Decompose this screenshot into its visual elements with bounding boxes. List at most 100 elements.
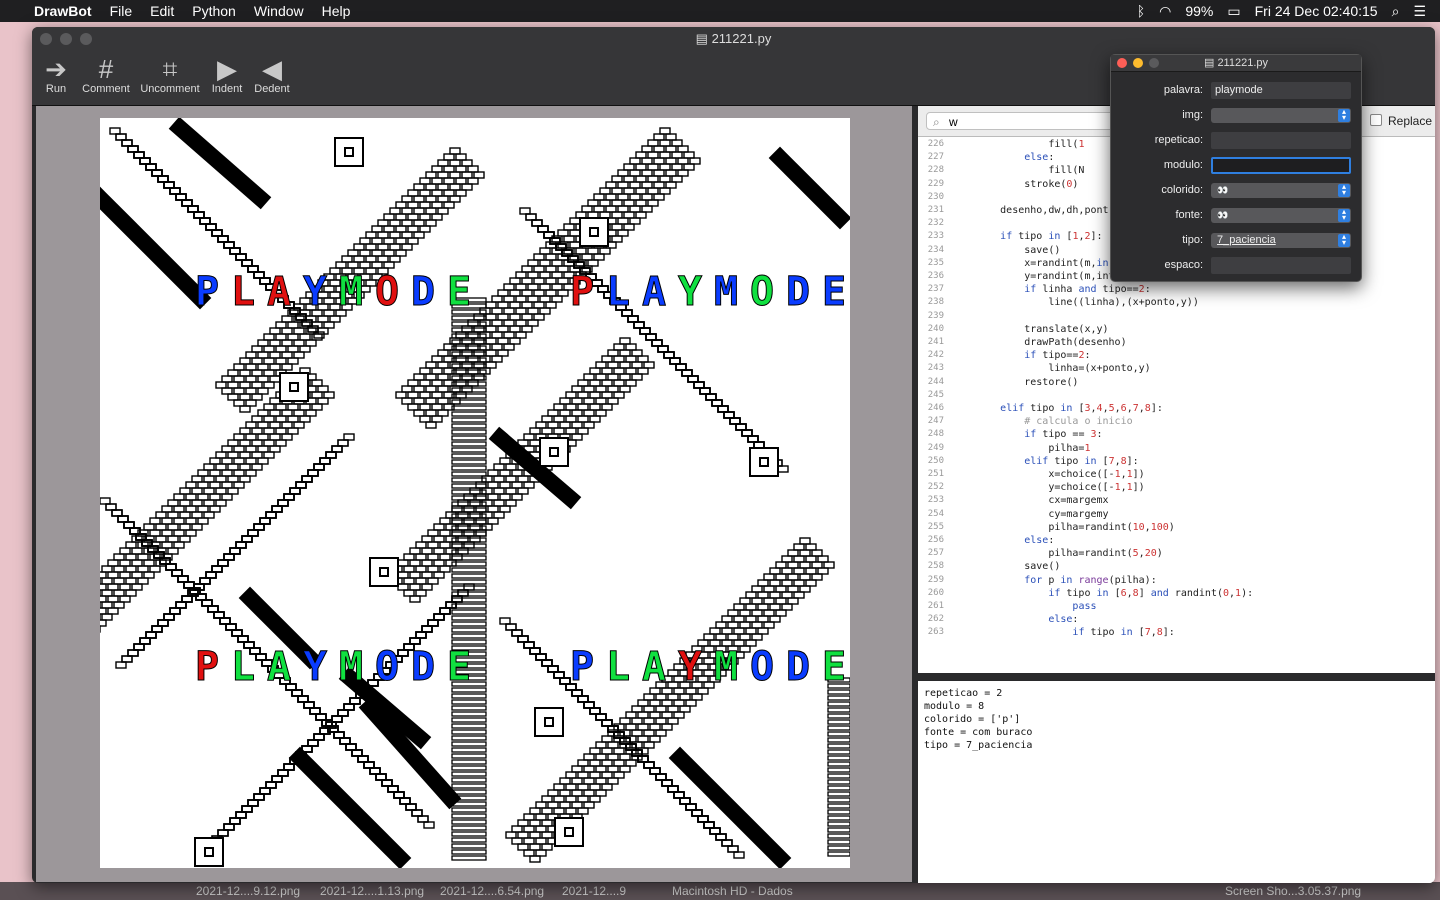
maze-cell bbox=[433, 613, 445, 621]
dedent-button[interactable]: ◀ Dedent bbox=[252, 55, 292, 95]
maze-cell bbox=[445, 547, 457, 555]
maze-cell bbox=[321, 719, 333, 727]
panel-text-field[interactable]: playmode bbox=[1211, 82, 1351, 99]
maze-cell bbox=[225, 623, 237, 631]
desktop-file[interactable]: Macintosh HD - Dados bbox=[672, 884, 793, 898]
panel-close-button[interactable] bbox=[1117, 58, 1127, 68]
maze-cell bbox=[499, 505, 511, 513]
panel-select[interactable]: 7_paciencia ▴ ▾ bbox=[1211, 233, 1351, 248]
comment-button[interactable]: # Comment bbox=[78, 55, 134, 95]
panel-select[interactable]: ▴ ▾ bbox=[1211, 108, 1351, 123]
wifi-icon[interactable]: ◠ bbox=[1159, 3, 1171, 20]
menu-app-name[interactable]: DrawBot bbox=[34, 3, 92, 19]
maze-cell bbox=[643, 741, 655, 749]
desktop-file[interactable]: 2021-12....1.13.png bbox=[320, 884, 424, 898]
maze-cell bbox=[425, 385, 437, 393]
maze-cell bbox=[425, 207, 437, 215]
maze-cell bbox=[463, 517, 475, 525]
maze-cell bbox=[583, 753, 595, 761]
panel-text-field[interactable] bbox=[1211, 257, 1351, 274]
control-center-icon[interactable]: ☰ bbox=[1413, 3, 1426, 20]
spotlight-icon[interactable]: ⌕ bbox=[1392, 3, 1400, 20]
bluetooth-icon[interactable]: ᛒ bbox=[1137, 3, 1145, 19]
battery-percent[interactable]: 99% bbox=[1185, 3, 1213, 19]
canvas-view[interactable]: PLAYMODEPLAYMODEPLAYMODEPLAYMODE bbox=[36, 106, 912, 882]
panel-select[interactable]: 👀 ▴ ▾ bbox=[1211, 208, 1351, 223]
maze-cell bbox=[665, 145, 677, 153]
maze-cell bbox=[705, 393, 717, 401]
stepper-arrows-icon: ▴ ▾ bbox=[1338, 183, 1350, 197]
playmode-letter: Y bbox=[678, 269, 702, 315]
clock[interactable]: Fri 24 Dec 02:40:15 bbox=[1255, 3, 1378, 19]
dedent-label: Dedent bbox=[254, 83, 290, 95]
maze-cell bbox=[669, 357, 681, 365]
output-console[interactable]: repeticao = 2 modulo = 8 colorido = ['p'… bbox=[918, 681, 1435, 883]
maze-cell bbox=[515, 331, 527, 339]
menu-file[interactable]: File bbox=[110, 3, 133, 19]
maze-cell bbox=[517, 635, 529, 643]
panel-text-field[interactable] bbox=[1211, 132, 1351, 149]
maze-cell bbox=[575, 247, 587, 255]
indent-button[interactable]: ▶ Indent bbox=[209, 55, 245, 95]
maze-cell bbox=[537, 225, 549, 233]
maze-cell bbox=[101, 577, 113, 585]
panel-text-field[interactable] bbox=[1211, 157, 1351, 174]
replace-checkbox[interactable]: Replace bbox=[1370, 114, 1432, 128]
stripe-cell bbox=[451, 693, 487, 699]
maze-cell bbox=[657, 345, 669, 353]
battery-icon[interactable]: ▭ bbox=[1227, 3, 1240, 20]
maze-cell bbox=[311, 321, 323, 329]
menu-python[interactable]: Python bbox=[192, 3, 236, 19]
maze-cell bbox=[799, 573, 811, 581]
maze-cell bbox=[321, 719, 333, 727]
desktop-file[interactable]: 2021-12....9 bbox=[562, 884, 626, 898]
maze-cell bbox=[541, 659, 553, 667]
desktop-file[interactable]: 2021-12....6.54.png bbox=[440, 884, 544, 898]
maze-cell bbox=[177, 575, 189, 583]
panel-minimize-button[interactable] bbox=[1133, 58, 1143, 68]
maze-cell bbox=[571, 765, 583, 773]
maze-cell bbox=[291, 689, 303, 697]
menu-window[interactable]: Window bbox=[254, 3, 304, 19]
maze-cell bbox=[811, 549, 823, 557]
maze-cell bbox=[547, 409, 559, 417]
maze-cell bbox=[641, 193, 653, 201]
desktop-file[interactable]: Screen Sho...3.05.37.png bbox=[1225, 884, 1361, 898]
maze-cell bbox=[661, 723, 673, 731]
playmode-letter: P bbox=[195, 269, 219, 315]
panel-zoom-button[interactable] bbox=[1149, 58, 1159, 68]
maze-cell bbox=[693, 381, 705, 389]
menu-help[interactable]: Help bbox=[322, 3, 351, 19]
eyes-icon: 👀 bbox=[1217, 210, 1229, 220]
stripe-cell bbox=[451, 597, 487, 603]
maze-cell bbox=[357, 755, 369, 763]
maze-cell bbox=[673, 791, 685, 799]
maze-cell bbox=[703, 681, 715, 689]
maze-cell bbox=[593, 253, 605, 261]
maze-cell bbox=[371, 261, 383, 269]
menu-edit[interactable]: Edit bbox=[150, 3, 174, 19]
maze-cell bbox=[763, 585, 775, 593]
maze-cell bbox=[577, 427, 589, 435]
maze-cell bbox=[723, 411, 735, 419]
maze-cell bbox=[157, 175, 169, 183]
maze-cell bbox=[100, 583, 107, 591]
maze-cell bbox=[265, 781, 277, 789]
uncomment-button[interactable]: ⌗ Uncomment bbox=[138, 55, 202, 95]
maze-cell bbox=[533, 253, 545, 261]
maze-cell bbox=[197, 493, 209, 501]
line-number: 228 bbox=[927, 165, 944, 176]
panel-select[interactable]: 👀 ▴ ▾ bbox=[1211, 183, 1351, 198]
search-input[interactable]: ⌕ w bbox=[926, 112, 1116, 130]
maze-cell bbox=[715, 833, 727, 841]
maze-cell bbox=[403, 565, 415, 573]
line-number: 262 bbox=[927, 614, 944, 625]
maze-cell bbox=[119, 559, 131, 567]
maze-cell bbox=[319, 457, 331, 465]
maze-cell bbox=[613, 771, 625, 779]
line-number: 250 bbox=[927, 455, 944, 466]
run-button[interactable]: ➔ Run bbox=[42, 55, 70, 95]
checkbox-icon bbox=[1370, 114, 1382, 126]
desktop-file[interactable]: 2021-12....9.12.png bbox=[196, 884, 300, 898]
horizontal-splitter[interactable] bbox=[918, 673, 1435, 681]
